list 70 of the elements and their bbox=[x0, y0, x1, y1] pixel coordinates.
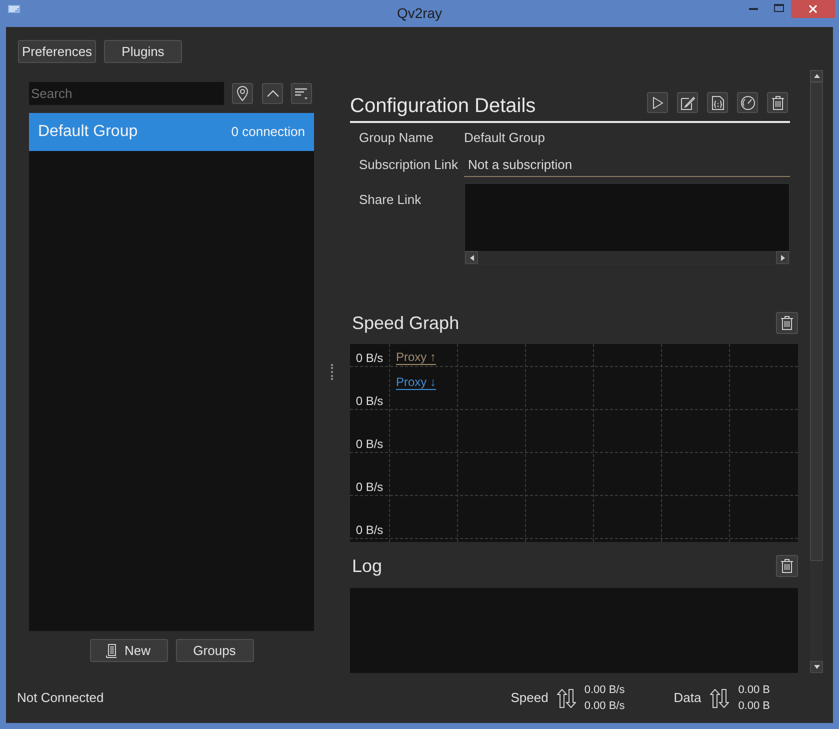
stat-label: Data bbox=[674, 689, 702, 708]
stat-value: 0.00 B bbox=[738, 699, 770, 713]
vertical-scrollbar[interactable] bbox=[810, 70, 823, 673]
field-value: Default Group bbox=[464, 129, 545, 148]
sort-icon bbox=[295, 88, 308, 100]
stat-value: 0.00 B bbox=[738, 683, 770, 697]
delete-button[interactable] bbox=[767, 92, 788, 113]
stat-value: 0.00 B/s bbox=[584, 683, 625, 697]
panel-button[interactable]: New bbox=[90, 639, 168, 662]
edit-icon bbox=[680, 96, 694, 110]
legend-label: Proxy ↑ bbox=[396, 350, 436, 365]
panel-button[interactable]: Groups bbox=[176, 639, 254, 662]
toolbar-button[interactable]: Plugins bbox=[104, 40, 182, 63]
chevron-up-icon bbox=[266, 90, 278, 97]
up-down-arrows-icon bbox=[710, 688, 730, 708]
section-title: Configuration Details bbox=[350, 94, 536, 118]
edit-button[interactable] bbox=[677, 92, 698, 113]
trash-icon bbox=[781, 559, 793, 573]
toolbar-button[interactable]: Preferences bbox=[18, 40, 96, 63]
scroll-down-button[interactable] bbox=[810, 661, 823, 673]
field-label: Share Link bbox=[359, 191, 422, 209]
clear-button[interactable] bbox=[776, 312, 798, 334]
collapse-button[interactable] bbox=[262, 83, 283, 104]
field-label: Group Name bbox=[359, 129, 434, 148]
gauge-button[interactable] bbox=[737, 92, 758, 113]
app-icon bbox=[8, 5, 20, 13]
field-label: Subscription Link bbox=[359, 156, 459, 174]
scroll-up-button[interactable] bbox=[810, 70, 823, 82]
location-pin-icon bbox=[237, 86, 248, 101]
sort-button[interactable] bbox=[291, 83, 312, 104]
maximize-icon bbox=[774, 4, 784, 12]
stat-value: 0.00 B/s bbox=[584, 699, 625, 713]
document-icon bbox=[106, 644, 118, 658]
axis-label: 0 B/s bbox=[356, 351, 384, 365]
section-title: Speed Graph bbox=[351, 312, 460, 335]
location-button[interactable] bbox=[232, 83, 253, 104]
splitter-handle[interactable] bbox=[331, 364, 333, 380]
caret-up-icon bbox=[814, 74, 820, 78]
code-button[interactable] bbox=[707, 92, 728, 113]
scroll-right-button[interactable] bbox=[776, 251, 789, 264]
axis-label: 0 B/s bbox=[356, 480, 384, 494]
caret-down-icon bbox=[814, 665, 820, 669]
close-button[interactable] bbox=[791, 0, 835, 18]
axis-label: 0 B/s bbox=[356, 523, 384, 537]
horizontal-scrollbar[interactable] bbox=[465, 251, 789, 264]
up-down-arrows-icon bbox=[557, 688, 576, 708]
close-icon bbox=[809, 5, 817, 13]
scrollbar-thumb[interactable] bbox=[810, 82, 823, 561]
play-icon bbox=[652, 96, 662, 108]
caret-right-icon bbox=[780, 254, 784, 260]
trash-icon bbox=[781, 316, 793, 330]
section-title: Log bbox=[351, 554, 382, 578]
caret-left-icon bbox=[470, 254, 474, 260]
stat-label: Speed bbox=[510, 689, 548, 708]
group-name: Default Group bbox=[38, 122, 138, 142]
connection-status: Not Connected bbox=[17, 689, 104, 708]
gauge-icon bbox=[740, 96, 754, 110]
minimize-icon bbox=[748, 8, 758, 10]
code-document-icon bbox=[712, 96, 724, 110]
axis-label: 0 B/s bbox=[356, 437, 384, 451]
input-field[interactable]: Not a subscription bbox=[464, 153, 790, 177]
trash-icon bbox=[772, 96, 784, 110]
play-button[interactable] bbox=[647, 92, 668, 113]
window-title: Qv2ray bbox=[396, 4, 442, 22]
axis-label: 0 B/s bbox=[356, 394, 384, 408]
connection-count: 0 connection bbox=[231, 123, 305, 142]
search-field[interactable]: Search bbox=[29, 82, 224, 105]
clear-button[interactable] bbox=[776, 555, 798, 577]
scroll-left-button[interactable] bbox=[465, 251, 478, 264]
legend-label: Proxy ↓ bbox=[396, 375, 436, 390]
